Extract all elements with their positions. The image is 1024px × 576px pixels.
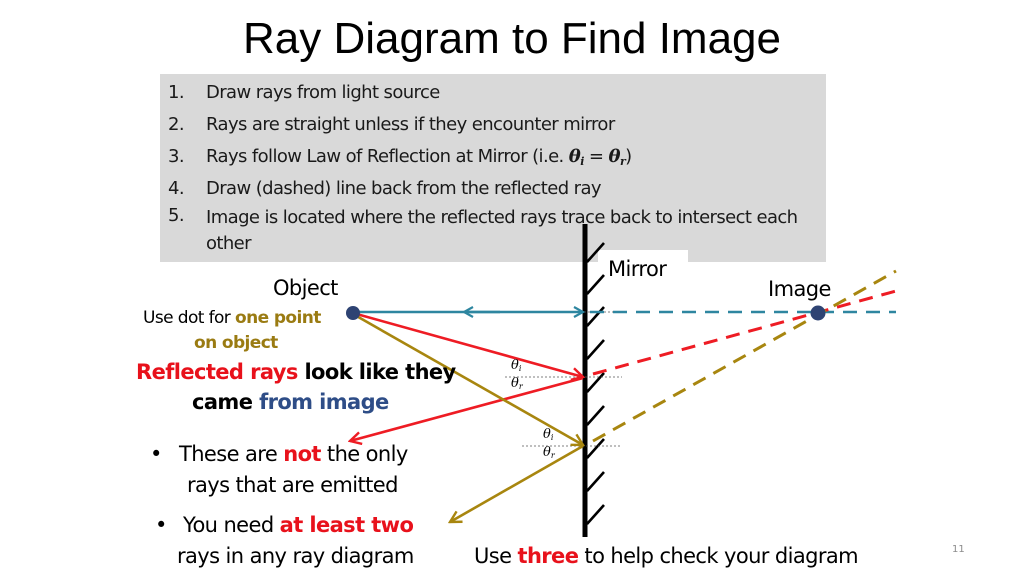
bullet-2-line2: rays in any ray diagram <box>177 544 414 568</box>
subscript-i: i <box>550 433 554 442</box>
theta-symbol: θ <box>543 445 551 460</box>
red-ray-virtual <box>592 289 897 376</box>
mirror-hatching <box>586 242 605 525</box>
image-dot <box>810 305 826 321</box>
bullet-1-line2: rays that are emitted <box>187 473 398 497</box>
bullet-marker: • <box>155 513 167 537</box>
hatch-mark <box>586 242 605 263</box>
bullet-red-text: not <box>283 442 321 466</box>
angle-reflection-label-gold: θr <box>543 445 555 460</box>
object-dot <box>346 306 360 320</box>
bullet-2-line1: • You need at least two <box>155 513 414 537</box>
dot-note-highlight: one point <box>235 308 321 328</box>
hatch-mark <box>586 306 605 327</box>
bullet-text: the only <box>320 442 408 466</box>
footer-red-text: three <box>517 544 579 568</box>
hatch-mark <box>586 438 605 459</box>
footer-note: Use three to help check your diagram <box>474 544 859 568</box>
gold-ray-reflected <box>450 444 584 522</box>
mirror-label: Mirror <box>608 257 667 281</box>
subscript-r: r <box>518 382 523 391</box>
hatch-mark <box>586 339 605 360</box>
bullet-1-line1: • These are not the only <box>150 442 408 466</box>
bullet-text: These are <box>179 442 284 466</box>
subscript-i: i <box>518 364 522 373</box>
theta-symbol: θ <box>511 358 519 373</box>
dot-note-text: Use dot for <box>143 308 236 328</box>
angle-incidence-label-red: θi <box>511 358 521 373</box>
gold-ray-virtual <box>592 269 897 443</box>
hatch-mark <box>586 372 605 393</box>
reflected-note-red: Reflected rays <box>136 360 298 384</box>
image-label: Image <box>768 277 831 301</box>
reflected-note-text: look like they <box>297 360 456 384</box>
footer-text: Use <box>474 544 518 568</box>
hatch-mark <box>586 405 605 426</box>
bullet-red-text: at least two <box>279 513 414 537</box>
theta-symbol: θ <box>543 427 551 442</box>
bullet-text: You need <box>183 513 280 537</box>
dot-note-line1: Use dot for one point <box>143 308 321 328</box>
ray-diagram <box>346 224 897 537</box>
reflected-note-text: came <box>192 390 260 414</box>
subscript-r: r <box>550 451 555 460</box>
object-label: Object <box>273 276 338 300</box>
hatch-mark <box>586 504 605 525</box>
dot-note-line2: on object <box>194 333 278 353</box>
bullet-marker: • <box>150 442 162 466</box>
reflected-note-line2: came from image <box>192 390 389 414</box>
footer-text: to help check your diagram <box>578 544 859 568</box>
reflected-note-line1: Reflected rays look like they <box>136 360 456 384</box>
hatch-mark <box>586 274 605 295</box>
theta-symbol: θ <box>511 376 519 391</box>
reflected-note-blue: from image <box>259 390 389 414</box>
angle-incidence-label-gold: θi <box>543 427 553 442</box>
angle-reflection-label-red: θr <box>511 376 523 391</box>
hatch-mark <box>586 471 605 492</box>
page-number: 11 <box>952 544 965 555</box>
